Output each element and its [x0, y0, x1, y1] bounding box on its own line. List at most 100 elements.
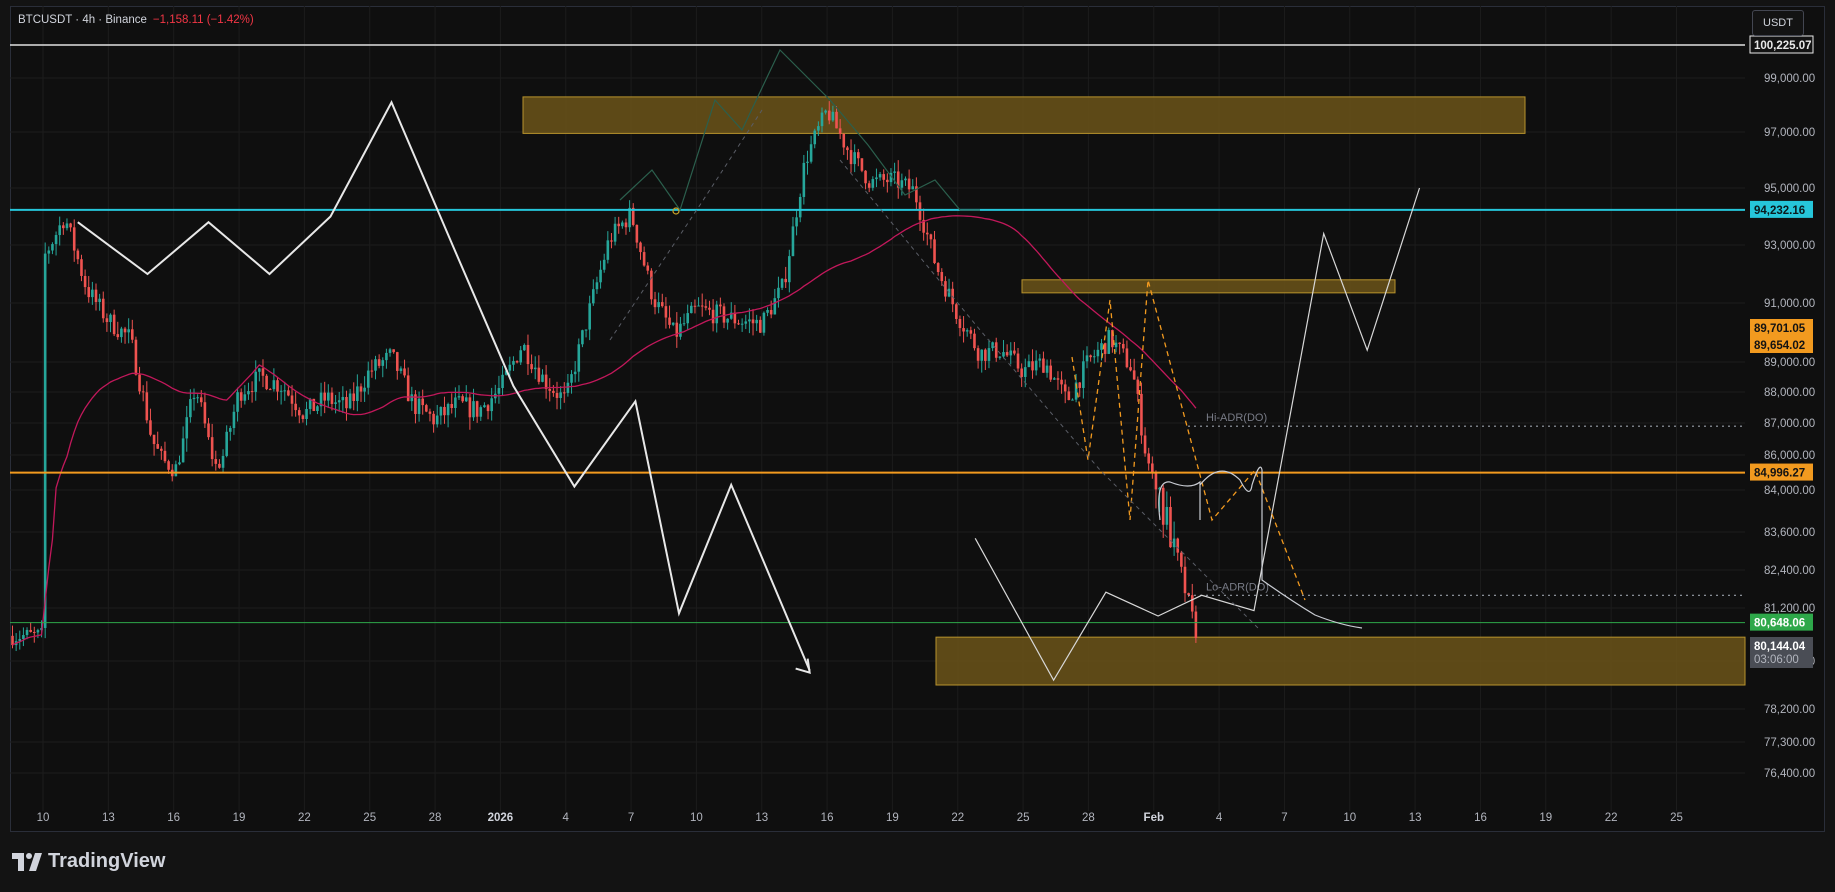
candle-body [167, 461, 170, 470]
candle-body [635, 224, 639, 243]
candle-body [287, 390, 290, 396]
candle-body [83, 275, 87, 288]
candle-body [748, 319, 751, 322]
price-axis-label: 91,000.00 [1764, 298, 1815, 310]
time-axis-label: 19 [1539, 812, 1552, 824]
candle-body [410, 394, 414, 402]
candle-body [374, 359, 377, 371]
candle-body [1096, 349, 1100, 357]
candle-body [1114, 342, 1118, 348]
time-axis-label: 2026 [488, 812, 514, 824]
candle-body [624, 222, 628, 228]
mid-zone[interactable] [1021, 279, 1396, 294]
candle-body [276, 380, 279, 392]
candle-body [247, 391, 250, 395]
time-axis-label: 13 [755, 812, 768, 824]
demand-zone-bottom[interactable] [935, 636, 1746, 686]
candle-body [660, 302, 664, 307]
candle-body [817, 126, 820, 131]
candle-body [700, 305, 704, 307]
adr-annotation: Hi-ADR(DO) [1206, 412, 1267, 424]
candle-body [690, 305, 693, 314]
currency-button[interactable]: USDT [1752, 10, 1804, 36]
candle-body [523, 344, 526, 351]
candle-body [265, 375, 268, 390]
candle-body [25, 629, 29, 636]
time-axis-label: 19 [233, 812, 246, 824]
orange-dashed-zigzag[interactable] [1071, 279, 1306, 601]
price-axis-label: 82,400.00 [1764, 565, 1815, 577]
candle-body [969, 330, 973, 334]
candle-body [229, 428, 232, 432]
candle-body [138, 374, 141, 392]
candle-body [388, 349, 392, 353]
time-axis-label: 13 [102, 812, 115, 824]
candle-body [385, 352, 388, 361]
candle-body [22, 635, 25, 639]
candle-body [806, 161, 809, 163]
candle-body [1194, 611, 1198, 638]
tradingview-logo[interactable]: TradingView [12, 850, 165, 873]
freehand-curve [1158, 466, 1363, 629]
candle-body [1118, 342, 1121, 344]
candle-body [54, 235, 58, 245]
supply-zone-top[interactable] [522, 96, 1526, 134]
candle-body [878, 174, 882, 178]
candle-body [348, 393, 352, 409]
candle-body [174, 464, 178, 477]
candle-body [602, 259, 606, 270]
candle-body [479, 407, 483, 417]
time-axis-label: Feb [1144, 812, 1164, 824]
time-axis-label: 22 [1605, 812, 1618, 824]
candle-body [508, 364, 512, 371]
candle-body [1031, 361, 1034, 371]
candle-body [72, 227, 76, 251]
candle-body [421, 398, 424, 406]
candle-body [356, 386, 359, 401]
candle-body [795, 217, 798, 227]
candle-body [130, 329, 134, 340]
candle-body [1045, 365, 1049, 373]
candle-body [570, 374, 573, 383]
candle-body [769, 309, 773, 315]
candle-body [435, 415, 439, 425]
candle-body [962, 328, 965, 332]
candle-body [1165, 506, 1169, 525]
candle-body [704, 306, 708, 308]
candle-body [682, 323, 686, 325]
candle-body [835, 111, 838, 129]
candle-body [454, 397, 457, 408]
candle-body [537, 367, 541, 382]
candle-body [933, 239, 936, 264]
candle-body [232, 411, 236, 429]
candle-body [777, 287, 780, 299]
candle-body [294, 403, 297, 411]
candle-body [109, 314, 112, 323]
candle-body [105, 318, 109, 323]
candle-body [337, 400, 341, 403]
candle-body [69, 223, 72, 228]
candle-body [316, 406, 319, 412]
time-axis-label: 25 [363, 812, 376, 824]
candle-body [43, 253, 47, 628]
candle-body [377, 359, 381, 366]
candle-body [980, 349, 984, 361]
candle-body [555, 392, 559, 398]
time-axis-label: 7 [1281, 812, 1287, 824]
tradingview-logo-icon [12, 852, 42, 871]
candle-body [218, 463, 221, 468]
price-axis-label: 87,000.00 [1764, 418, 1815, 430]
candle-body [773, 298, 777, 315]
candle-body [1176, 538, 1180, 553]
projection-path[interactable] [974, 187, 1421, 682]
candle-body [592, 289, 595, 304]
candle-body [581, 330, 584, 345]
candle-body [1121, 343, 1125, 349]
candle-body [548, 388, 552, 391]
candle-body [541, 374, 544, 382]
chart-canvas[interactable]: Hi-ADR(DO)Lo-ADR(DO)99,000.0097,000.0095… [0, 0, 1835, 892]
candle-body [610, 240, 613, 242]
candle-body [461, 396, 464, 402]
candle-body [559, 392, 562, 398]
candle-body [515, 361, 519, 363]
